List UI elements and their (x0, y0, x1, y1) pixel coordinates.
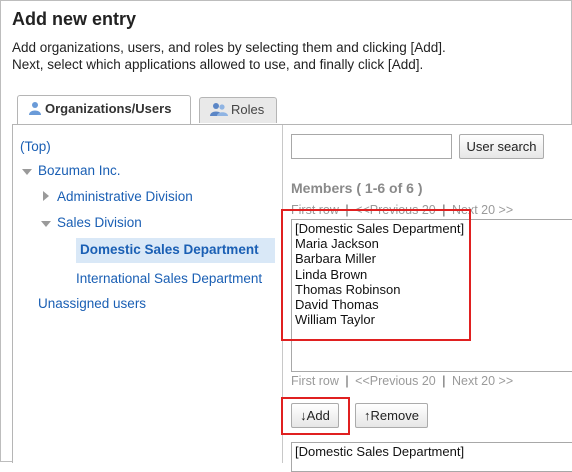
pager-previous: <<Previous 20 (355, 374, 436, 388)
pager-first: First row (291, 374, 339, 388)
user-search-input[interactable] (291, 134, 452, 159)
expanded-arrow-icon[interactable] (41, 221, 51, 227)
pager-next: Next 20 >> (451, 374, 514, 388)
remove-button[interactable]: ↑Remove (355, 403, 428, 428)
tab-bar: Organizations/Users Roles (1, 95, 572, 125)
tab-roles[interactable]: Roles (199, 97, 277, 123)
tab-label: Roles (231, 102, 265, 117)
selected-entries-listbox[interactable]: [Domestic Sales Department] (291, 442, 572, 472)
selection-panel: (Top) Bozuman Inc. Administrative Divisi… (12, 124, 572, 472)
members-pane: User search Members ( 1-6 of 6 ) First r… (281, 125, 572, 472)
members-count-title: Members ( 1-6 of 6 ) (291, 180, 423, 196)
pager-separator: | (442, 374, 446, 388)
pager-separator: | (345, 374, 349, 388)
description-line-1: Add organizations, users, and roles by s… (12, 40, 446, 55)
tree-item-administrative-division[interactable]: Administrative Division (57, 189, 193, 204)
organization-tree: (Top) Bozuman Inc. Administrative Divisi… (13, 125, 283, 463)
tree-item-domestic-sales[interactable]: Domestic Sales Department (76, 238, 275, 263)
members-pager-bottom: First row | <<Previous 20 | Next 20 >> (291, 374, 516, 388)
highlight-members-box (281, 209, 471, 341)
collapsed-arrow-icon[interactable] (43, 191, 49, 201)
tree-item-unassigned-users[interactable]: Unassigned users (38, 296, 146, 311)
tree-item-top[interactable]: (Top) (20, 139, 51, 154)
list-item[interactable]: [Domestic Sales Department] (295, 444, 570, 459)
tree-item-international-sales[interactable]: International Sales Department (76, 271, 262, 286)
highlight-add-button (281, 397, 350, 435)
tree-item-company[interactable]: Bozuman Inc. (38, 163, 121, 178)
user-search-button[interactable]: User search (459, 134, 544, 159)
expanded-arrow-icon[interactable] (22, 169, 32, 175)
roles-icon (210, 102, 228, 119)
page-description: Add organizations, users, and roles by s… (12, 39, 562, 73)
tab-organizations-users[interactable]: Organizations/Users (17, 95, 191, 125)
description-line-2: Next, select which applications allowed … (12, 57, 424, 72)
page-title: Add new entry (12, 9, 137, 29)
users-icon (28, 101, 42, 118)
tree-item-sales-division[interactable]: Sales Division (57, 215, 142, 230)
add-entry-window: Add new entry Add organizations, users, … (0, 0, 572, 472)
tab-label: Organizations/Users (45, 101, 172, 116)
